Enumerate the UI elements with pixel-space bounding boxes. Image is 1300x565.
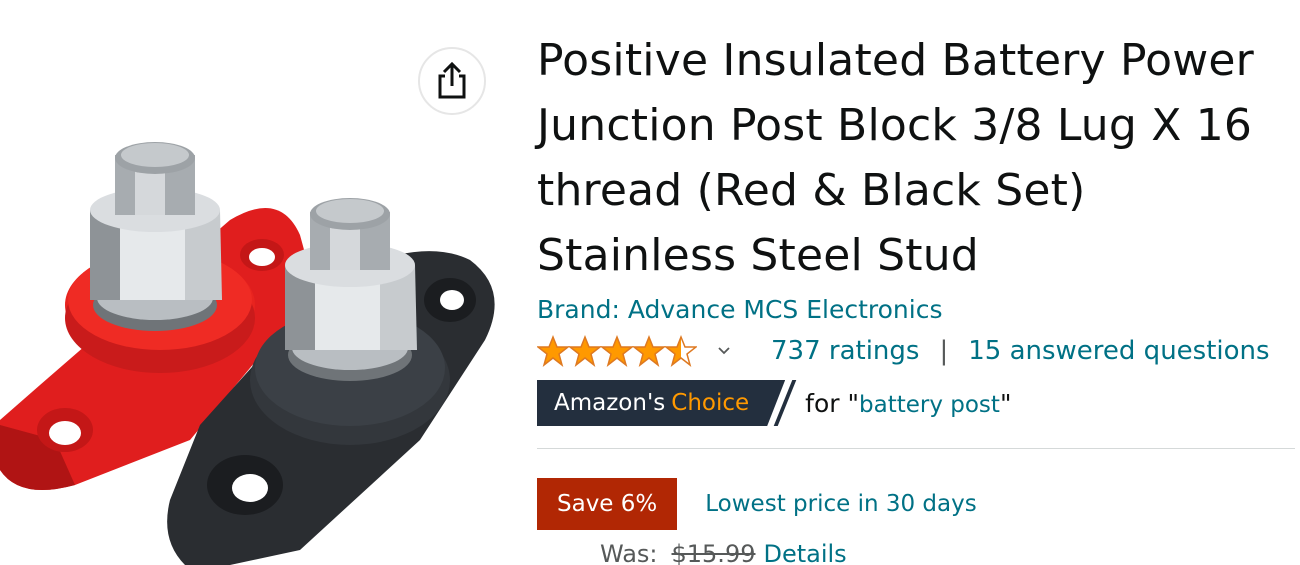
ratings-link[interactable]: 737 ratings	[771, 336, 919, 366]
rating-row: 737 ratings | 15 answered questions	[537, 333, 1297, 369]
product-image[interactable]	[0, 140, 520, 565]
deal-row: Save 6% Lowest price in 30 days	[537, 478, 1297, 530]
brand-link[interactable]: Brand: Advance MCS Electronics	[537, 293, 1297, 327]
choice-prefix: Amazon's	[554, 390, 666, 416]
lowest-price-text: Lowest price in 30 days	[705, 491, 977, 517]
was-price: $15.99	[671, 540, 756, 565]
choice-query-link[interactable]: battery post	[859, 392, 1000, 418]
star-rating[interactable]	[537, 335, 699, 367]
was-price-row: Was: $15.99 Details	[600, 540, 847, 565]
product-page: Positive Insulated Battery Power Junctio…	[0, 0, 1300, 565]
share-button[interactable]	[418, 47, 486, 115]
divider	[537, 448, 1295, 449]
was-label: Was:	[600, 540, 658, 565]
choice-for-suffix: "	[999, 388, 1012, 418]
price-details-link[interactable]: Details	[763, 540, 846, 565]
stars-icon	[537, 335, 697, 367]
product-details: Positive Insulated Battery Power Junctio…	[537, 28, 1297, 530]
rating-dropdown[interactable]	[717, 346, 731, 356]
choice-for-prefix: for "	[805, 388, 859, 418]
battery-post-illustration	[0, 142, 495, 565]
amazons-choice-badge[interactable]: Amazon's Choice	[537, 380, 785, 426]
amazons-choice-row: Amazon's Choice for "battery post"	[537, 380, 1297, 426]
choice-word: Choice	[671, 390, 750, 416]
chevron-down-icon	[718, 347, 730, 355]
save-badge: Save 6%	[537, 478, 678, 530]
product-title: Positive Insulated Battery Power Junctio…	[537, 35, 1254, 281]
share-icon	[438, 62, 466, 99]
choice-for-text: for "battery post"	[805, 389, 1011, 418]
answered-questions-link[interactable]: 15 answered questions	[968, 336, 1269, 366]
separator: |	[939, 336, 949, 366]
